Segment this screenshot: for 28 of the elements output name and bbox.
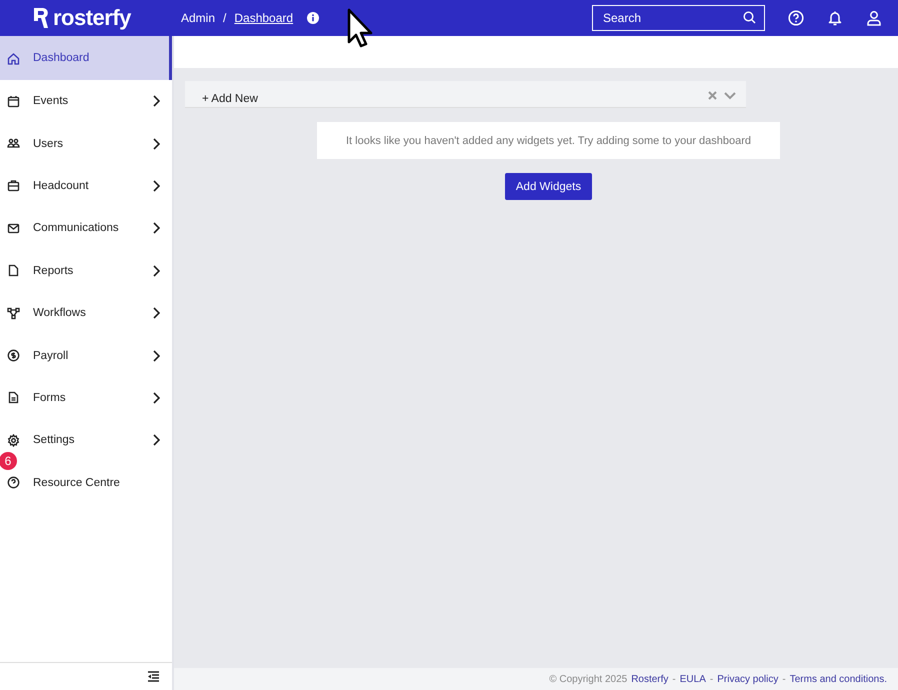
- footer-text: -: [672, 674, 676, 684]
- sidebar-item[interactable]: Headcount: [0, 172, 172, 199]
- footer-text: -: [710, 674, 714, 684]
- add-widgets-button[interactable]: Add Widgets: [505, 173, 592, 200]
- footer-link[interactable]: Privacy policy: [717, 674, 778, 684]
- footer-link[interactable]: Terms and conditions.: [790, 674, 887, 684]
- breadcrumb-link[interactable]: Dashboard: [234, 11, 294, 25]
- search-field[interactable]: Search: [592, 5, 765, 31]
- footer-link[interactable]: Rosterfy: [631, 674, 668, 684]
- sidebar-item[interactable]: Workflows: [0, 300, 172, 326]
- sidebar-item[interactable]: Dashboard: [0, 36, 172, 80]
- sidebar-item[interactable]: Reports: [0, 258, 172, 284]
- sidebar-item[interactable]: Forms: [0, 384, 172, 411]
- footer-text: © Copyright 2025: [549, 674, 628, 684]
- sidebar-item[interactable]: Events: [0, 88, 172, 114]
- sidebar-item[interactable]: Communications: [0, 215, 172, 242]
- sidebar-item[interactable]: Payroll: [0, 342, 172, 369]
- sidebar-item[interactable]: Settings: [0, 427, 172, 454]
- empty-state-message: It looks like you haven't added any widgets yet. Try adding some to your dashboard: [317, 122, 780, 159]
- notification-badge[interactable]: 6: [0, 452, 17, 470]
- footer-link[interactable]: EULA: [680, 674, 706, 684]
- brand-name: rosterfy: [53, 7, 131, 29]
- breadcrumb-item: Admin: [181, 11, 216, 25]
- breadcrumb-separator: /: [223, 11, 226, 25]
- sidebar-item[interactable]: Resource Centre: [0, 470, 172, 496]
- sidebar-item[interactable]: Users: [0, 130, 172, 157]
- footer-text: -: [782, 674, 786, 684]
- add-new-link[interactable]: + Add New: [202, 93, 701, 105]
